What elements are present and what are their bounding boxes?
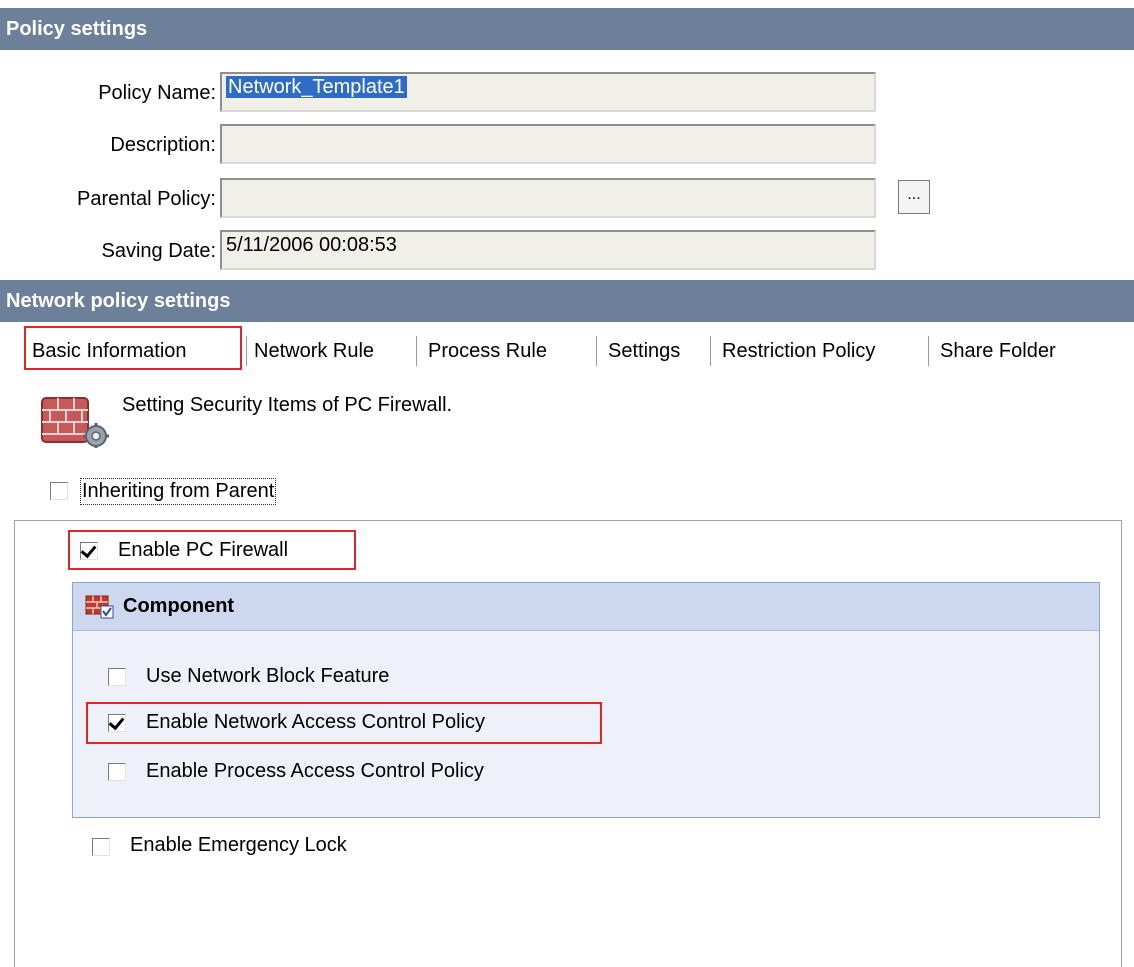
component-header: Component xyxy=(73,583,1099,631)
network-policy-settings-header: Network policy settings xyxy=(0,280,1134,322)
saving-date-input: 5/11/2006 00:08:53 xyxy=(220,230,876,270)
enable-pc-firewall-highlight xyxy=(68,530,356,570)
firewall-description: Setting Security Items of PC Firewall. xyxy=(122,394,453,416)
policy-settings-header: Policy settings xyxy=(0,8,1134,50)
policy-settings-title: Policy settings xyxy=(6,18,148,40)
enable-process-access-control-checkbox[interactable] xyxy=(108,763,126,781)
policy-name-input[interactable]: Network_Template1 xyxy=(220,72,876,112)
tab-separator xyxy=(246,336,247,366)
tab-separator xyxy=(710,336,711,366)
parental-policy-browse-button[interactable]: ... xyxy=(898,180,930,214)
tab-network-rule[interactable]: Network Rule xyxy=(254,330,374,372)
tab-share-folder[interactable]: Share Folder xyxy=(940,330,1056,372)
use-network-block-label[interactable]: Use Network Block Feature xyxy=(146,665,389,688)
enable-emergency-lock-checkbox[interactable] xyxy=(92,838,110,856)
description-label: Description: xyxy=(110,134,216,156)
tab-settings[interactable]: Settings xyxy=(608,330,680,372)
parental-policy-input[interactable] xyxy=(220,178,876,218)
network-access-control-highlight xyxy=(86,702,602,744)
tab-process-rule[interactable]: Process Rule xyxy=(428,330,547,372)
firewall-component-icon xyxy=(85,595,114,619)
saving-date-label: Saving Date: xyxy=(101,240,216,262)
parental-policy-label: Parental Policy: xyxy=(77,188,216,210)
tab-separator xyxy=(928,336,929,366)
enable-emergency-lock-label[interactable]: Enable Emergency Lock xyxy=(130,834,347,857)
tab-restriction-policy[interactable]: Restriction Policy xyxy=(722,330,875,372)
use-network-block-checkbox[interactable] xyxy=(108,668,126,686)
tab-separator xyxy=(416,336,417,366)
policy-name-label: Policy Name: xyxy=(98,82,216,104)
enable-process-access-control-label[interactable]: Enable Process Access Control Policy xyxy=(146,760,484,783)
description-input[interactable] xyxy=(220,124,876,164)
network-policy-settings-title: Network policy settings xyxy=(6,290,231,312)
tab-separator xyxy=(596,336,597,366)
inherit-from-parent-label[interactable]: Inheriting from Parent xyxy=(79,478,277,505)
policy-name-value: Network_Template1 xyxy=(226,76,407,98)
basic-information-highlight xyxy=(24,326,242,370)
component-title: Component xyxy=(123,595,235,617)
firewall-settings-icon xyxy=(41,397,109,448)
inherit-from-parent-checkbox[interactable] xyxy=(50,482,68,500)
